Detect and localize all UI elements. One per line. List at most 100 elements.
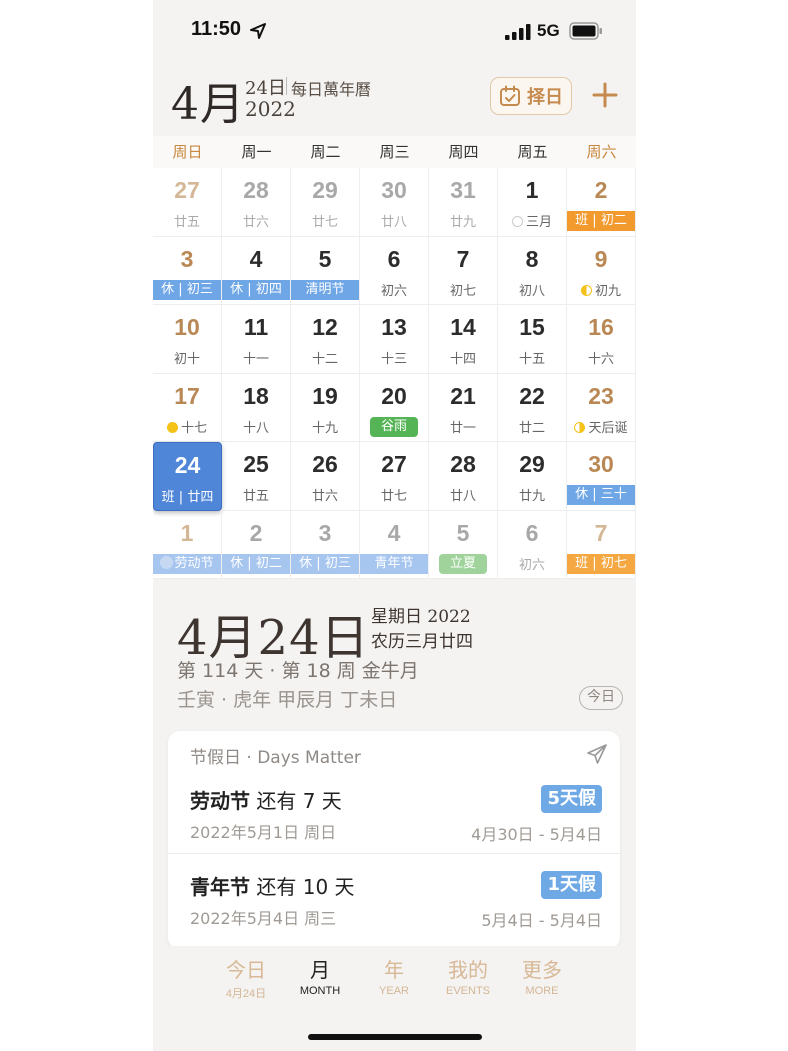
calendar-day-cell[interactable]: 28 廿六 bbox=[222, 168, 291, 237]
calendar-day-cell[interactable]: 9 初九 bbox=[567, 236, 636, 305]
day-number: 4 bbox=[387, 519, 401, 546]
weekday-label: 周一 bbox=[241, 143, 272, 161]
day-number: 20 bbox=[381, 382, 407, 409]
tab-more[interactable]: 更多 MORE bbox=[507, 954, 577, 997]
holiday-countdown: 还有 10 天 bbox=[256, 875, 355, 899]
calendar-day-cell[interactable]: 2 班 | 初二 bbox=[567, 168, 636, 237]
day-label-text: 清明节 bbox=[305, 281, 345, 297]
location-arrow-icon bbox=[250, 23, 266, 39]
day-label-text: 十四 bbox=[449, 352, 476, 367]
calendar-day-cell[interactable]: 30 休 | 三十 bbox=[567, 442, 636, 511]
day-label-text: 初八 bbox=[518, 283, 545, 299]
day-tag: 休 | 初三 bbox=[291, 553, 359, 574]
calendar-day-cell[interactable]: 8 初八 bbox=[498, 236, 567, 305]
tab-year[interactable]: 年 YEAR bbox=[359, 954, 429, 997]
calendar-day-cell[interactable]: 3 休 | 初三 bbox=[153, 236, 222, 305]
day-label-text: 十九 bbox=[311, 420, 338, 436]
calendar-day-cell[interactable]: 7 初七 bbox=[429, 236, 498, 305]
day-label-text: 初九 bbox=[594, 283, 621, 299]
day-number: 21 bbox=[450, 382, 476, 409]
holiday-title: 劳动节 bbox=[190, 789, 250, 813]
calendar-day-cell[interactable]: 1 三月 bbox=[498, 168, 567, 237]
weekday-header-row: 周日 周一 周二 周三 周四 周五 周六 bbox=[153, 136, 636, 168]
calendar-day-cell[interactable]: 27 廿五 bbox=[153, 168, 222, 237]
day-label-text: 廿五 bbox=[173, 215, 200, 230]
calendar-day-cell[interactable]: 27 廿七 bbox=[360, 442, 429, 511]
day-number: 9 bbox=[594, 245, 608, 272]
lunar-date: 十五 bbox=[498, 348, 566, 367]
day-label-text: 班 | 初七 bbox=[575, 555, 627, 571]
calendar-day-cell[interactable]: 6 初六 bbox=[360, 236, 429, 305]
lunar-date: 廿五 bbox=[153, 211, 221, 230]
today-button[interactable]: 今日 bbox=[579, 686, 623, 710]
calendar-day-cell[interactable]: 21 廿一 bbox=[429, 373, 498, 442]
calendar-day-cell[interactable]: 26 廿六 bbox=[291, 442, 360, 511]
calendar-day-cell[interactable]: 3 休 | 初三 bbox=[291, 510, 360, 579]
selected-lunar-date: 农历三月廿四 bbox=[371, 632, 473, 652]
calendar-day-cell[interactable]: 25 廿五 bbox=[222, 442, 291, 511]
calendar-day-cell[interactable]: 4 青年节 bbox=[360, 510, 429, 579]
calendar-day-cell[interactable]: 30 廿八 bbox=[360, 168, 429, 237]
tab-label: 月 bbox=[310, 958, 330, 982]
calendar-day-cell[interactable]: 6 初六 bbox=[498, 510, 567, 579]
day-tag: 休 | 初二 bbox=[222, 553, 290, 574]
calendar-day-cell[interactable]: 5 清明节 bbox=[291, 236, 360, 305]
calendar-day-cell[interactable]: 7 班 | 初七 bbox=[567, 510, 636, 579]
day-label-text: 初六 bbox=[518, 557, 545, 573]
calendar-day-cell[interactable]: 18 十八 bbox=[222, 373, 291, 442]
tab-month[interactable]: 月 MONTH bbox=[285, 954, 355, 997]
day-number: 29 bbox=[519, 451, 545, 477]
day-label-text: 休 | 初四 bbox=[230, 281, 282, 297]
day-number: 3 bbox=[318, 519, 332, 546]
lunar-date: 天后诞 bbox=[567, 417, 635, 436]
calendar-day-cell[interactable]: 22 廿二 bbox=[498, 373, 567, 442]
calendar-day-cell[interactable]: 1 劳动节 bbox=[153, 510, 222, 579]
day-label-text: 廿六 bbox=[311, 489, 338, 504]
calendar-day-cell[interactable]: 5 立夏 bbox=[429, 510, 498, 579]
calendar-day-cell[interactable]: 10 初十 bbox=[153, 305, 222, 374]
calendar-day-cell[interactable]: 12 十二 bbox=[291, 305, 360, 374]
add-icon[interactable] bbox=[590, 80, 620, 110]
day-label-text: 三月 bbox=[525, 215, 552, 230]
calendar-day-cell[interactable]: 16 十六 bbox=[567, 305, 636, 374]
calendar-day-cell[interactable]: 20 谷雨 bbox=[360, 373, 429, 442]
calendar-day-cell[interactable]: 23 天后诞 bbox=[567, 373, 636, 442]
cellular-signal-icon bbox=[505, 24, 531, 40]
choose-day-button[interactable]: 择日 bbox=[490, 77, 572, 115]
calendar-day-cell[interactable]: 13 十三 bbox=[360, 305, 429, 374]
calendar-day-cell[interactable]: 17 十七 bbox=[153, 373, 222, 442]
calendar-day-cell[interactable]: 19 十九 bbox=[291, 373, 360, 442]
day-number: 1 bbox=[180, 519, 194, 546]
day-number: 17 bbox=[174, 382, 200, 409]
calendar-day-cell[interactable]: 4 休 | 初四 bbox=[222, 236, 291, 305]
calendar-day-cell[interactable]: 14 十四 bbox=[429, 305, 498, 374]
calendar-day-cell[interactable]: 28 廿八 bbox=[429, 442, 498, 511]
share-icon[interactable] bbox=[586, 743, 608, 765]
calendar-day-cell[interactable]: 31 廿九 bbox=[429, 168, 498, 237]
holiday-title: 青年节 bbox=[190, 875, 250, 899]
weekday-label: 周四 bbox=[448, 143, 479, 161]
holiday-date: 2022年5月4日 周三 bbox=[190, 909, 337, 928]
calendar-day-cell[interactable]: 24 班 | 廿四 bbox=[153, 442, 222, 511]
calendar-day-cell[interactable]: 11 十一 bbox=[222, 305, 291, 374]
day-label-text: 青年节 bbox=[374, 555, 414, 571]
day-label-text: 初七 bbox=[449, 283, 476, 299]
day-number: 2 bbox=[594, 177, 608, 203]
day-label-text: 立夏 bbox=[449, 555, 476, 571]
calendar-day-cell[interactable]: 2 休 | 初二 bbox=[222, 510, 291, 579]
day-label-text: 初十 bbox=[173, 352, 200, 367]
divider bbox=[168, 853, 620, 854]
tab-events[interactable]: 我的 EVENTS bbox=[433, 954, 503, 997]
day-tag: 青年节 bbox=[360, 553, 428, 574]
lunar-date: 廿七 bbox=[291, 211, 359, 230]
lunar-date: 十一 bbox=[222, 348, 290, 367]
tab-today[interactable]: 今日 4月24日 bbox=[211, 954, 281, 1001]
holiday-item-youth-day[interactable]: 青年节 还有 10 天 2022年5月4日 周三 1天假 5月4日 - 5月4日 bbox=[168, 857, 620, 949]
moon-phase-icon bbox=[166, 421, 178, 433]
calendar-day-cell[interactable]: 29 廿九 bbox=[498, 442, 567, 511]
calendar-day-cell[interactable]: 15 十五 bbox=[498, 305, 567, 374]
lunar-date: 十六 bbox=[567, 348, 635, 367]
calendar-day-cell[interactable]: 29 廿七 bbox=[291, 168, 360, 237]
day-label-text: 休 | 初三 bbox=[161, 281, 213, 297]
day-number: 12 bbox=[312, 314, 338, 340]
